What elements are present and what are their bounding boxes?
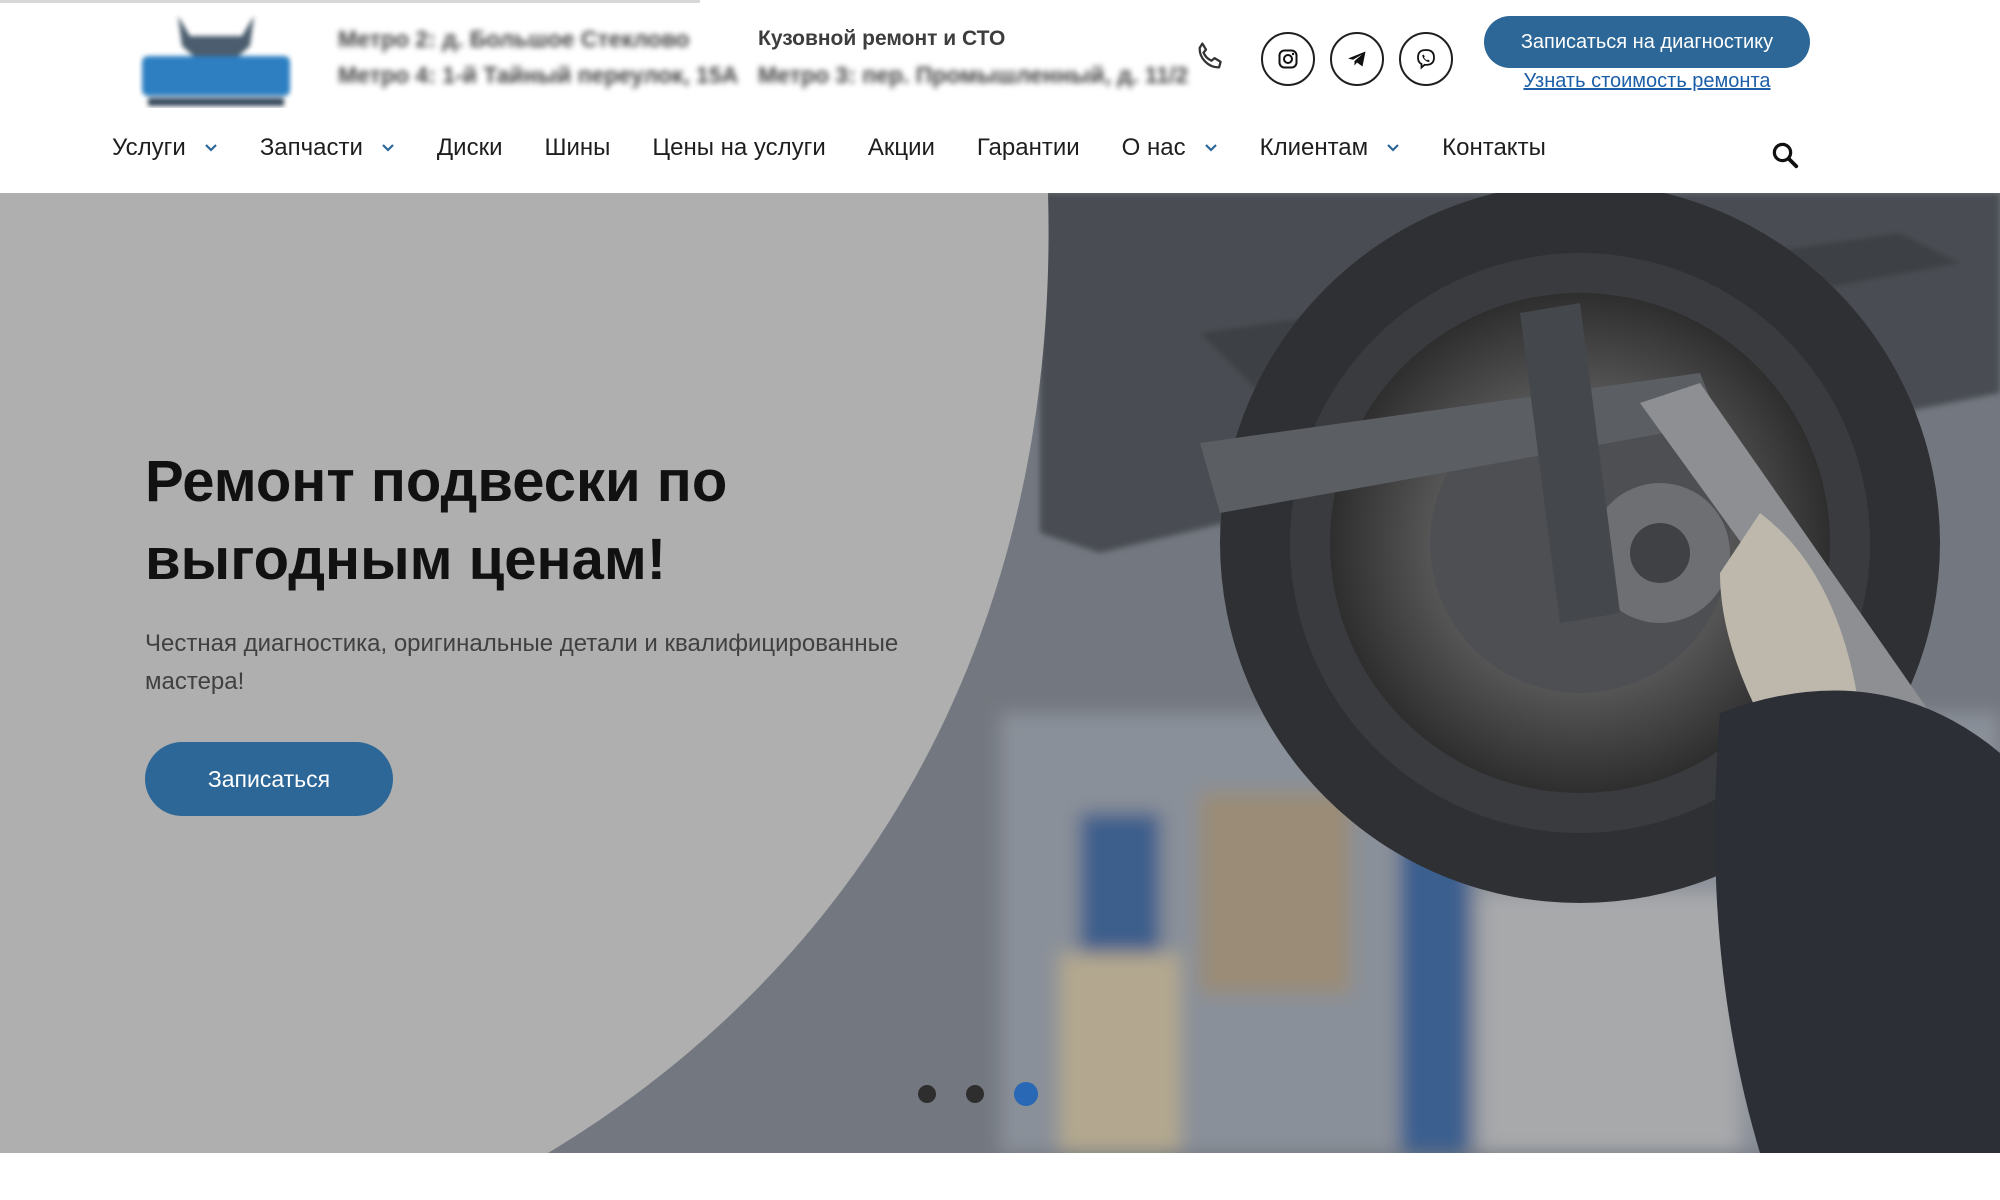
nav-item-label: Гарантии: [976, 134, 1080, 161]
instagram-icon: [1278, 49, 1298, 69]
nav-item-tires[interactable]: Шины: [544, 134, 610, 162]
nav-item-parts[interactable]: Запчасти: [260, 134, 395, 162]
nav-item-label: Услуги: [112, 134, 186, 161]
signup-button[interactable]: Записаться: [145, 742, 393, 816]
chevron-down-icon: [1204, 144, 1217, 152]
nav-item-label: О нас: [1121, 134, 1186, 161]
nav-item-wheels[interactable]: Диски: [437, 134, 503, 162]
nav-item-about[interactable]: О нас: [1122, 134, 1218, 162]
chevron-down-icon: [205, 144, 217, 152]
hero-subtitle: Честная диагностика, оригинальные детали…: [145, 630, 899, 695]
repair-cost-link[interactable]: Узнать стоимость ремонта: [1484, 70, 1810, 93]
telegram-icon: [1348, 51, 1366, 67]
main-nav: Услуги Запчасти Диски Шины Цены на услуг…: [112, 130, 1588, 166]
diagnostics-signup-button[interactable]: Записаться на диагностику: [1484, 16, 1810, 68]
company-tagline: Кузовной ремонт и СТО: [758, 27, 1006, 50]
address-line-1: Метро 2: д. Большое Стеклово: [338, 26, 690, 52]
nav-item-contacts[interactable]: Контакты: [1442, 134, 1546, 162]
viber-icon: [1417, 49, 1435, 70]
nav-item-label: Цены на услуги: [652, 134, 826, 161]
nav-item-label: Шины: [544, 134, 611, 161]
search-icon[interactable]: [1770, 140, 1800, 170]
telegram-button[interactable]: [1330, 32, 1384, 86]
nav-item-label: Запчасти: [259, 134, 363, 161]
hero-slider: Ремонт подвески по выгодным ценам! Честн…: [0, 193, 2000, 1153]
nav-item-prices[interactable]: Цены на услуги: [652, 134, 825, 162]
phone-icon[interactable]: [1193, 40, 1227, 74]
nav-item-services[interactable]: Услуги: [112, 134, 218, 162]
slider-dot-3-active[interactable]: [1014, 1082, 1038, 1106]
chevron-down-icon: [382, 144, 394, 152]
nav-item-label: Акции: [867, 134, 935, 161]
instagram-button[interactable]: [1261, 32, 1315, 86]
slider-dot-1[interactable]: [918, 1085, 936, 1103]
viber-button[interactable]: [1399, 32, 1453, 86]
company-logo[interactable]: [138, 8, 294, 108]
top-divider: [0, 0, 700, 3]
nav-item-label: Клиентам: [1259, 134, 1369, 161]
chevron-down-icon: [1387, 144, 1399, 152]
slider-pagination: [918, 1082, 1038, 1106]
nav-item-warranty[interactable]: Гарантии: [977, 134, 1080, 162]
slider-dot-2[interactable]: [966, 1085, 984, 1103]
hero-title: Ремонт подвески по выгодным ценам!: [145, 449, 728, 592]
address-line-2: Метро 4: 1-й Тайный переулок, 15А: [338, 62, 739, 88]
nav-item-label: Контакты: [1442, 134, 1546, 161]
address-line-3: Метро 3: пер. Промышленный, д. 11/2: [758, 62, 1189, 88]
nav-item-promotions[interactable]: Акции: [868, 134, 935, 162]
nav-item-clients[interactable]: Клиентам: [1260, 134, 1401, 162]
nav-item-label: Диски: [436, 134, 503, 161]
